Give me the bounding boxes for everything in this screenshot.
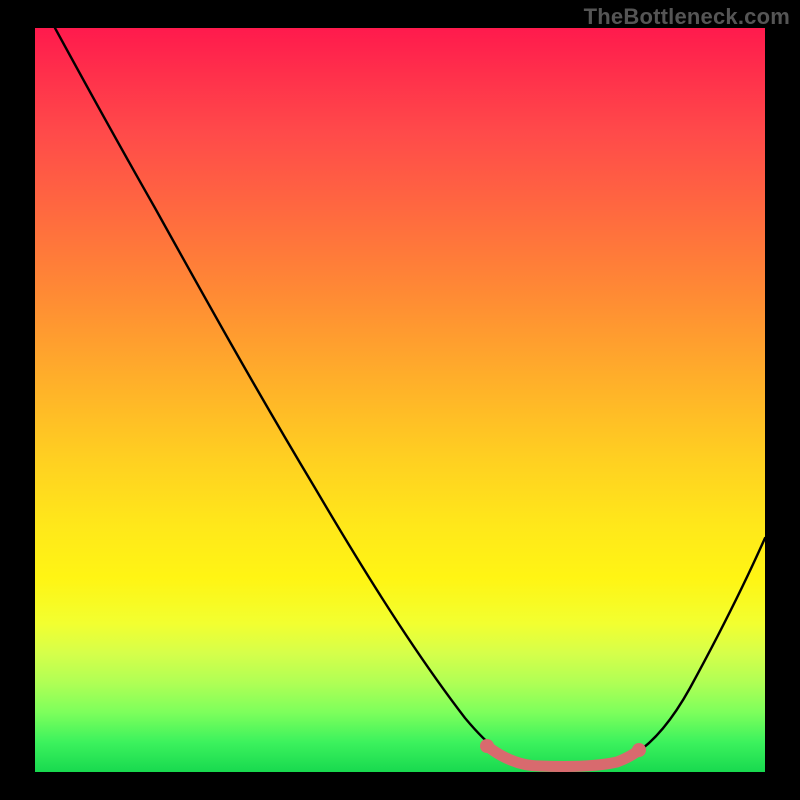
- watermark-text: TheBottleneck.com: [584, 4, 790, 30]
- plot-area: [35, 28, 765, 772]
- chart-frame: TheBottleneck.com: [0, 0, 800, 800]
- curve-line: [55, 28, 765, 767]
- bottleneck-curve: [35, 28, 765, 772]
- optimal-range-start-dot: [480, 739, 494, 753]
- optimal-range-highlight: [487, 746, 639, 767]
- optimal-range-end-dot: [632, 743, 646, 757]
